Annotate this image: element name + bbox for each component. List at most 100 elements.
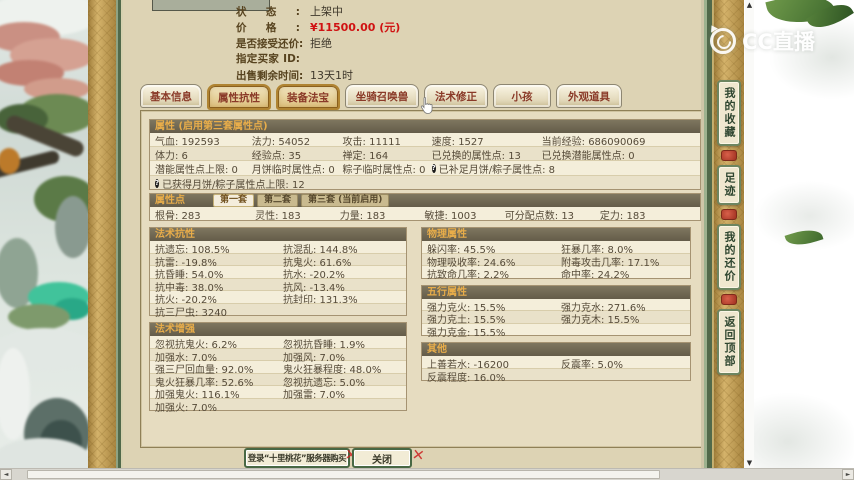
stat-cell: 命中率: 24.2% — [556, 266, 690, 281]
stat-row: 抗遗忘: 108.5% 抗混乱: 144.8% — [150, 241, 406, 256]
stat-row: 抗致命几率: 2.2% 命中率: 24.2% — [422, 265, 690, 281]
left-artwork — [0, 0, 88, 480]
status-row: 出售剩余时间: 13天1时 — [236, 67, 400, 82]
section-other: 其他 上善若水: -16200 反震率: 5.0% 反震程度: 16.0% — [421, 342, 691, 384]
section-attribute-points-header: 属性点 第一套 第二套 第三套 (当前启用) — [150, 194, 700, 207]
stat-text: 反震程度: 16.0% — [427, 372, 506, 384]
section-title: 五行属性 — [427, 286, 467, 298]
horizontal-scrollbar[interactable]: ◄ ► — [0, 468, 854, 480]
stat-text: 气血: 192593 — [155, 137, 220, 148]
cc-live-watermark: CC直播 — [710, 26, 815, 56]
category-tab[interactable]: 外观道具 — [556, 84, 622, 108]
stat-text: 已获得月饼/粽子属性点上限: 12 — [162, 179, 305, 191]
vertical-scrollbar[interactable]: ▲ ▼ — [745, 0, 754, 469]
stat-row: 抗昏睡: 54.0% 抗水: -20.2% — [150, 265, 406, 281]
scroll-left-arrow[interactable]: ◄ — [0, 469, 12, 480]
category-tab[interactable]: 基本信息 — [140, 84, 202, 108]
stat-cell: 禅定: 164 — [338, 147, 427, 162]
scroll-down-arrow[interactable]: ▼ — [745, 459, 754, 468]
stat-text: 速度: 1527 — [431, 137, 484, 148]
stat-text: 根骨: 283 — [155, 211, 201, 222]
stat-cell: 抗致命几率: 2.2% — [422, 266, 556, 281]
stat-row: 强力克火: 15.5% 强力克水: 271.6% — [422, 298, 690, 314]
category-tab[interactable]: 小孩 — [493, 84, 551, 108]
stat-cell: 速度: 1527 — [427, 133, 537, 148]
stat-cell: 加强雷: 7.0% — [278, 386, 406, 401]
stat-row: ? 已获得月饼/粽子属性点上限: 12 — [150, 174, 700, 191]
section-title: 法术抗性 — [155, 229, 195, 240]
stat-row: 强三尸回血量: 92.0% 鬼火狂暴程度: 48.0% — [150, 360, 406, 376]
scroll-up-arrow[interactable]: ▲ — [745, 1, 754, 10]
scroll-right-arrow[interactable]: ► — [842, 469, 854, 480]
stat-cell: 反震率: 5.0% — [556, 356, 690, 371]
stat-row: 躲闪率: 45.5% 狂暴几率: 8.0% — [422, 241, 690, 256]
status-row: 价格: ¥11500.00 (元) — [236, 19, 400, 34]
category-tab-label: 属性抗性 — [218, 91, 260, 104]
stat-text: 禅定: 164 — [342, 151, 389, 163]
category-tab-label: 装备法宝 — [287, 91, 329, 104]
scroll-rod-left — [88, 0, 116, 480]
status-row: 是否接受还价: 拒绝 — [236, 35, 400, 50]
stat-cell: 已兑换的属性点: 13 — [427, 147, 537, 162]
help-icon[interactable]: ? — [155, 178, 160, 188]
help-icon[interactable]: ? — [431, 164, 436, 174]
rope-knot-icon — [721, 150, 737, 161]
side-tab[interactable]: 足迹 — [717, 165, 741, 205]
stat-cell: 攻击: 11111 — [338, 133, 427, 148]
side-tab[interactable]: 我的收藏 — [717, 80, 741, 146]
page-background — [744, 0, 854, 480]
stat-text: 可分配点数: 13 — [504, 211, 575, 222]
stat-cell: 灵性: 183 — [250, 207, 335, 222]
category-tab[interactable]: 坐骑召唤兽 — [345, 84, 419, 108]
stat-text: 敏捷: 1003 — [424, 211, 477, 222]
stat-row: 上善若水: -16200 反震率: 5.0% — [422, 356, 690, 371]
category-tab[interactable]: 装备法宝 — [276, 84, 340, 110]
section-title: 物理属性 — [427, 229, 467, 240]
stat-cell: 潜能属性点上限: 0 — [150, 161, 247, 176]
stat-cell: 可分配点数: 13 — [500, 207, 595, 222]
stat-cell: 已兑换潜能属性点: 0 — [537, 147, 700, 162]
magic-resist-grid: 抗遗忘: 108.5% 抗混乱: 144.8% 抗雷: -19.8% 抗鬼火: 61.… — [150, 241, 406, 319]
stat-text: 潜能属性点上限: 0 — [155, 165, 238, 177]
stat-row: 加强水: 7.0% 加强风: 7.0% — [150, 347, 406, 364]
attr-set-tab[interactable]: 第二套 — [257, 194, 299, 207]
side-tab[interactable]: 我的还价 — [717, 224, 741, 290]
red-seal-icon: ✕ — [410, 445, 426, 465]
attr-set-tab[interactable]: 第一套 — [213, 194, 255, 207]
status-label: 状态: — [236, 6, 300, 18]
listing-status: 状态: 上架中 价格: ¥11500.00 (元) 是否接受还价: 拒绝 指定买家 ID: 出… — [236, 3, 400, 83]
category-tab-label: 小孩 — [511, 90, 533, 103]
stat-text: 体力: 6 — [155, 151, 188, 163]
attr-set-tab[interactable]: 第三套 (当前启用) — [301, 194, 390, 207]
section-title: 属性点 — [155, 195, 185, 206]
section-attribute-points: 属性点 第一套 第二套 第三套 (当前启用) 根骨: 283 灵性: 183 力量: 1… — [149, 193, 701, 222]
stat-text: 当前经验: 686090069 — [541, 137, 646, 148]
stat-cell: 当前经验: 686090069 — [537, 133, 700, 148]
stat-row: 气血: 192593 法力: 54052 攻击: 11111 速度: 1527 当前经验… — [150, 133, 700, 148]
stat-text: 经验点: 35 — [251, 151, 302, 163]
leaf-decoration — [784, 224, 824, 251]
cc-logo-text: CC直播 — [742, 30, 815, 54]
section-title: 属性 (启用第三套属性点) — [155, 121, 268, 132]
close-button[interactable]: 关闭 — [352, 448, 412, 468]
stat-text: 抗三尸虫: 3240 — [155, 307, 227, 319]
stat-text: 粽子临时属性点: 0 — [342, 165, 426, 177]
stat-cell: 定力: 183 — [595, 207, 700, 222]
scroll-edge-right — [701, 0, 714, 480]
left-stat-column: 法术抗性 抗遗忘: 108.5% 抗混乱: 144.8% 抗雷: -19.8% 抗鬼火… — [149, 227, 407, 417]
stat-row: 忽视抗鬼火: 6.2% 忽视抗昏睡: 1.9% — [150, 336, 406, 351]
stat-row: 抗雷: -19.8% 抗鬼火: 61.6% — [150, 252, 406, 269]
section-magic-resist: 法术抗性 抗遗忘: 108.5% 抗混乱: 144.8% 抗雷: -19.8% 抗鬼火… — [149, 227, 407, 319]
stat-text: 抗封印: 131.3% — [283, 295, 358, 306]
stat-text: 加强火: 7.0% — [155, 402, 217, 414]
category-tab[interactable]: 属性抗性 — [207, 84, 271, 110]
side-tab[interactable]: 返回顶部 — [717, 309, 741, 375]
side-tab-rail: 我的收藏足迹我的还价返回顶部 — [714, 0, 744, 480]
status-value: 上架中 — [310, 5, 343, 18]
attribute-points-grid: 根骨: 283 灵性: 183 力量: 183 敏捷: 1003 可分配点数: 13 定力… — [150, 207, 700, 222]
listing-page: 状态: 上架中 价格: ¥11500.00 (元) 是否接受还价: 拒绝 指定买家 ID: 出… — [123, 0, 708, 480]
horizontal-scroll-thumb[interactable] — [27, 470, 660, 479]
other-grid: 上善若水: -16200 反震率: 5.0% 反震程度: 16.0% — [422, 356, 690, 384]
stat-cell: 抗封印: 131.3% — [278, 291, 406, 306]
login-buy-button[interactable]: 登录“十里桃花”服务器购买 — [244, 448, 350, 468]
